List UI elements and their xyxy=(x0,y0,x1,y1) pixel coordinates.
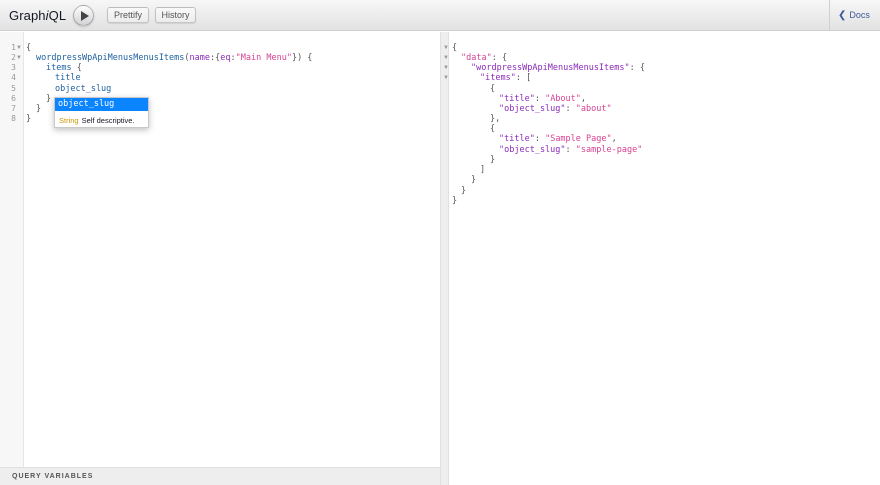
code-line: } xyxy=(26,114,32,124)
result-line: "object_slug": "sample-page" xyxy=(499,145,643,155)
line-number: 6 xyxy=(11,94,16,103)
app-title: GraphiQL xyxy=(9,8,67,23)
fold-arrow-icon[interactable]: ▼ xyxy=(443,73,449,83)
result-line: ] xyxy=(480,165,486,175)
line-number: 4 xyxy=(11,73,16,82)
result-line: "items": [ xyxy=(480,73,532,83)
result-line: { xyxy=(452,43,458,53)
line-number: 8 xyxy=(11,114,16,123)
fold-arrow-icon[interactable]: ▼ xyxy=(16,53,22,63)
code-line: } xyxy=(36,104,42,114)
line-number: 7 xyxy=(11,104,16,113)
prettify-button[interactable]: Prettify xyxy=(107,7,149,23)
fold-arrow-icon[interactable]: ▼ xyxy=(443,43,449,53)
result-line: "data": { xyxy=(461,53,508,63)
code-line: title xyxy=(55,73,81,83)
autocomplete-option-object-slug[interactable]: object_slug xyxy=(55,98,148,111)
result-line: "title": "Sample Page", xyxy=(499,134,617,144)
code-line: } xyxy=(46,94,52,104)
pane-divider[interactable] xyxy=(440,32,449,485)
result-line: } xyxy=(461,186,467,196)
query-variables-toggle[interactable]: QUERY VARIABLES xyxy=(0,467,440,485)
toolbar: GraphiQL Prettify History ❮ Docs xyxy=(0,0,880,31)
line-number: 1 xyxy=(11,43,16,52)
play-icon xyxy=(81,11,89,21)
execute-query-button[interactable] xyxy=(73,5,94,26)
autocomplete-description: String Self descriptive. xyxy=(59,116,135,125)
result-line: } xyxy=(471,175,477,185)
type-label: String xyxy=(59,116,79,125)
result-line: "title": "About", xyxy=(499,94,587,104)
docs-button[interactable]: ❮ Docs xyxy=(829,0,880,31)
result-line: "object_slug": "about" xyxy=(499,104,612,114)
line-number: 5 xyxy=(11,84,16,93)
code-line: object_slug xyxy=(55,84,112,94)
code-line: items { xyxy=(46,63,82,73)
history-button[interactable]: History xyxy=(155,7,196,23)
code-line: { xyxy=(26,43,32,53)
fold-arrow-icon[interactable]: ▼ xyxy=(443,53,449,63)
result-line: { xyxy=(490,124,496,134)
result-line: }, xyxy=(490,114,501,124)
result-line: } xyxy=(452,196,458,206)
result-line: { xyxy=(490,84,496,94)
code-line: wordpressWpApiMenusMenusItems(name:{eq:"… xyxy=(36,53,313,63)
result-line: "wordpressWpApiMenusMenusItems": { xyxy=(471,63,646,73)
line-number: 2 xyxy=(11,53,16,62)
line-number: 3 xyxy=(11,63,16,72)
chevron-left-icon: ❮ xyxy=(838,10,847,21)
result-line: } xyxy=(490,155,496,165)
autocomplete-popup: object_slug String Self descriptive. xyxy=(54,97,149,128)
fold-arrow-icon[interactable]: ▼ xyxy=(16,43,22,53)
fold-arrow-icon[interactable]: ▼ xyxy=(443,63,449,73)
